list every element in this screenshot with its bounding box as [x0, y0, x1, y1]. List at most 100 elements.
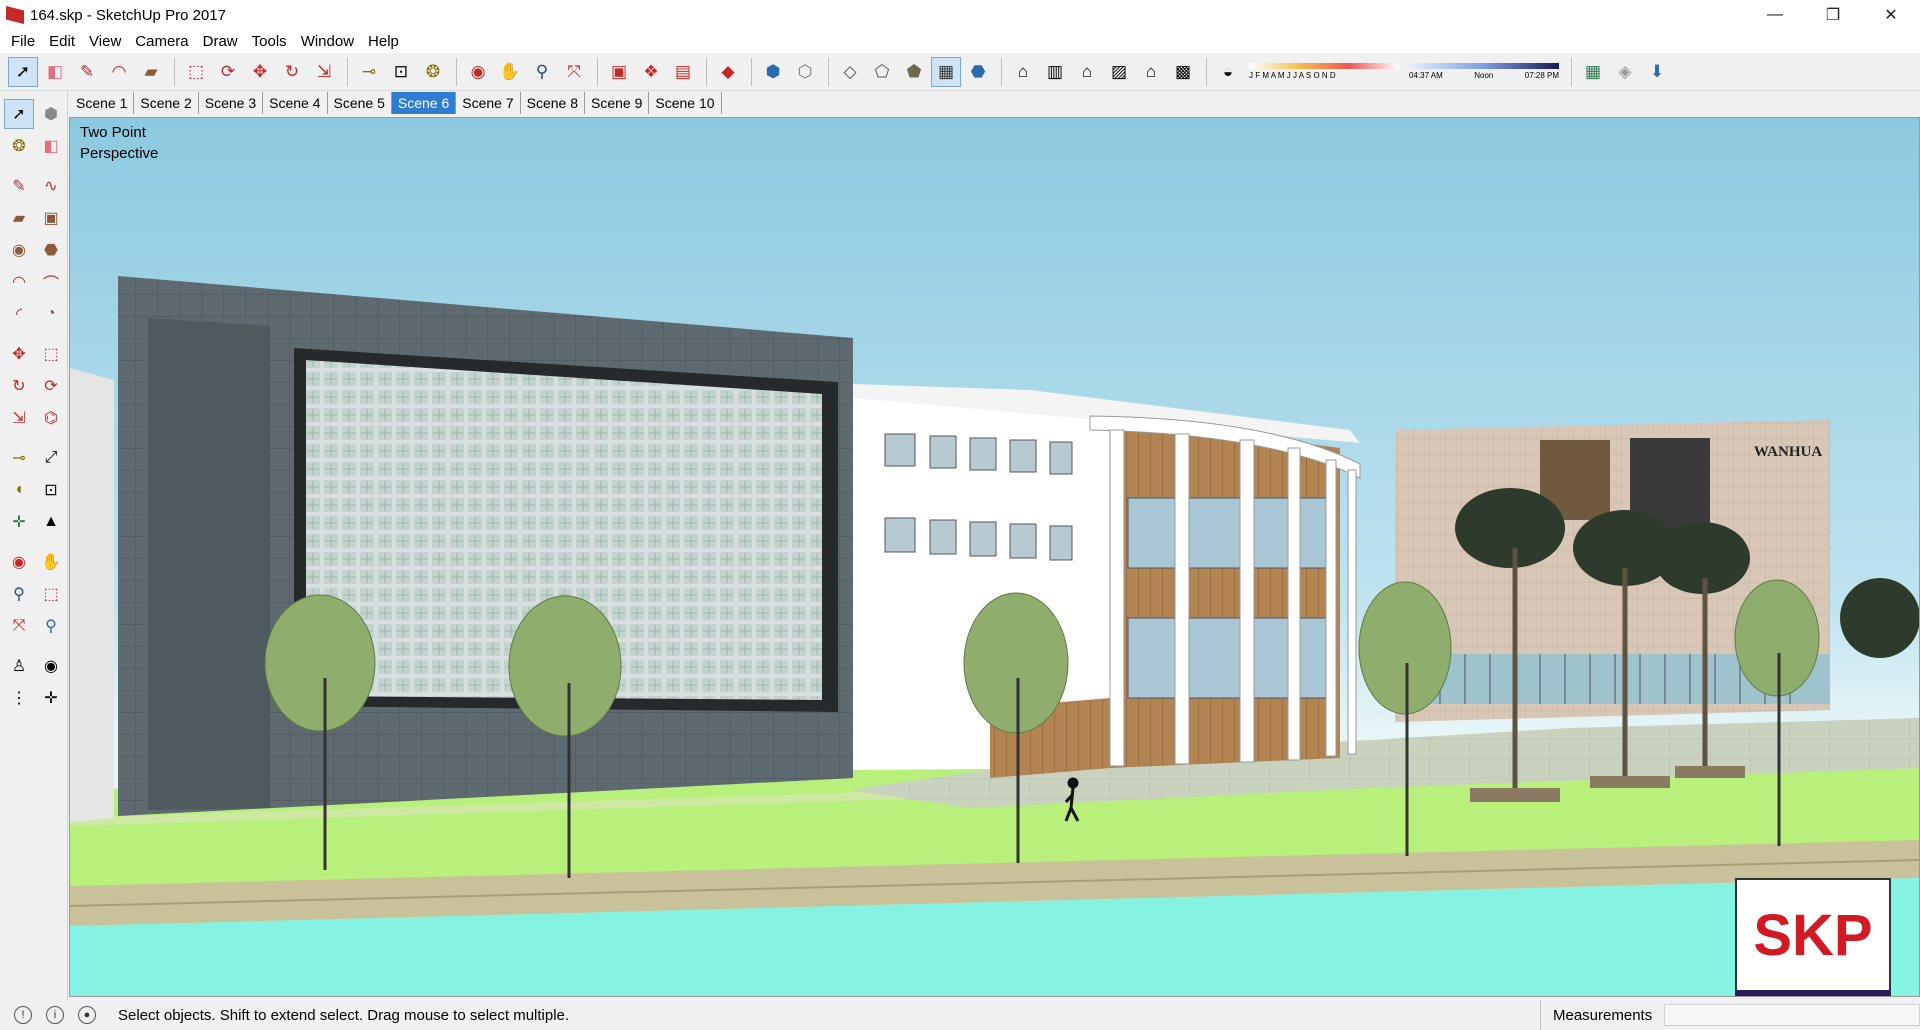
axes-icon[interactable]: ✛: [4, 507, 34, 537]
monochrome-icon[interactable]: ⬣: [963, 57, 993, 87]
text-icon[interactable]: ⊡: [386, 57, 416, 87]
rectangle-icon[interactable]: ▰: [4, 203, 34, 233]
push-pull-icon[interactable]: ⬚: [36, 339, 66, 369]
geo-status-icon[interactable]: !: [14, 1006, 32, 1024]
menu-tools[interactable]: Tools: [245, 33, 294, 50]
tab-scene-3[interactable]: Scene 3: [199, 92, 264, 114]
extension-warehouse-icon[interactable]: ❖: [636, 57, 666, 87]
two-point-arc-icon[interactable]: ⌒: [36, 267, 66, 297]
hidden-line-icon[interactable]: ⬠: [867, 57, 897, 87]
model-viewport[interactable]: WANHUA Two Point Perspective SKP: [69, 117, 1920, 997]
shadow-month-slider[interactable]: J F M A M J J A S O N D: [1249, 63, 1399, 80]
polygon-icon[interactable]: ⬣: [36, 235, 66, 265]
rotate-icon[interactable]: ↻: [4, 371, 34, 401]
menu-window[interactable]: Window: [294, 33, 361, 50]
front-view-icon[interactable]: ⌂: [1072, 57, 1102, 87]
3d-warehouse-icon[interactable]: ▣: [604, 57, 634, 87]
line-icon[interactable]: ✎: [4, 171, 34, 201]
paint-bucket-icon[interactable]: ❂: [418, 57, 448, 87]
rectangle-icon[interactable]: ▰: [136, 57, 166, 87]
info-icon[interactable]: i: [46, 1006, 64, 1024]
wireframe-icon[interactable]: ◇: [835, 57, 865, 87]
xray-icon[interactable]: ⬢: [758, 57, 788, 87]
tab-scene-6[interactable]: Scene 6: [391, 92, 457, 114]
text-icon[interactable]: ⊡: [36, 475, 66, 505]
arc-icon[interactable]: ◠: [4, 267, 34, 297]
tab-scene-4[interactable]: Scene 4: [263, 92, 328, 114]
position-camera-icon[interactable]: ♙: [4, 651, 34, 681]
make-component-icon[interactable]: ⬢: [36, 99, 66, 129]
rotated-rectangle-icon[interactable]: ▣: [36, 203, 66, 233]
pencil-icon[interactable]: ✎: [72, 57, 102, 87]
user-icon[interactable]: ●: [78, 1006, 96, 1024]
geo-location-icon[interactable]: ▦: [1578, 57, 1608, 87]
zoom-extents-icon[interactable]: ⤧: [559, 57, 589, 87]
orbit-icon[interactable]: ◉: [463, 57, 493, 87]
shadow-time-slider[interactable]: 04:37 AM Noon 07:28 PM: [1409, 63, 1559, 80]
tab-scene-1[interactable]: Scene 1: [70, 92, 135, 114]
protractor-icon[interactable]: ◖: [4, 475, 34, 505]
back-view-icon[interactable]: ⌂: [1136, 57, 1166, 87]
top-view-icon[interactable]: ▥: [1040, 57, 1070, 87]
menu-view[interactable]: View: [82, 33, 128, 50]
tab-scene-7[interactable]: Scene 7: [456, 92, 521, 114]
pan-icon[interactable]: ✋: [36, 547, 66, 577]
dimension-icon[interactable]: ⤢: [36, 443, 66, 473]
paint-bucket-icon[interactable]: ❂: [4, 131, 34, 161]
close-button[interactable]: ✕: [1862, 0, 1920, 30]
tape-measure-icon[interactable]: ⊸: [4, 443, 34, 473]
tab-scene-9[interactable]: Scene 9: [585, 92, 650, 114]
measurements-input[interactable]: [1664, 1004, 1920, 1026]
shaded-textures-icon[interactable]: ▦: [931, 56, 961, 87]
tab-scene-2[interactable]: Scene 2: [134, 92, 199, 114]
zoom-extents-icon[interactable]: ⤧: [4, 611, 34, 641]
menu-edit[interactable]: Edit: [42, 33, 82, 50]
follow-me-icon[interactable]: ⟳: [36, 371, 66, 401]
move-icon[interactable]: ✥: [4, 339, 34, 369]
menu-file[interactable]: File: [4, 33, 42, 50]
offset-icon[interactable]: ⌬: [36, 403, 66, 433]
tape-measure-icon[interactable]: ⊸: [354, 57, 384, 87]
minimize-button[interactable]: —: [1746, 0, 1804, 30]
rotate-icon[interactable]: ↻: [277, 57, 307, 87]
scale-icon[interactable]: ⇲: [309, 57, 339, 87]
freehand-icon[interactable]: ∿: [36, 171, 66, 201]
previous-view-icon[interactable]: ⚲: [36, 611, 66, 641]
eraser-icon[interactable]: ◧: [40, 57, 70, 87]
scale-icon[interactable]: ⇲: [4, 403, 34, 433]
three-point-arc-icon[interactable]: ◜: [4, 299, 34, 329]
shaded-icon[interactable]: ⬟: [899, 57, 929, 87]
move-icon[interactable]: ✥: [245, 57, 275, 87]
push-pull-icon[interactable]: ⬚: [181, 57, 211, 87]
tab-scene-10[interactable]: Scene 10: [649, 92, 722, 114]
pie-icon[interactable]: ◔: [36, 299, 66, 329]
zoom-icon[interactable]: ⚲: [527, 57, 557, 87]
send-to-layout-icon[interactable]: ▤: [668, 57, 698, 87]
menu-help[interactable]: Help: [361, 33, 406, 50]
eraser-icon[interactable]: ◧: [36, 131, 66, 161]
left-view-icon[interactable]: ▩: [1168, 57, 1198, 87]
zoom-icon[interactable]: ⚲: [4, 579, 34, 609]
add-location-icon[interactable]: ⬇: [1642, 57, 1672, 87]
section-plane-icon[interactable]: ✛: [36, 683, 66, 713]
photo-texture-icon[interactable]: ◈: [1610, 57, 1640, 87]
3d-text-icon[interactable]: ▲: [36, 507, 66, 537]
arc-icon[interactable]: ◠: [104, 57, 134, 87]
zoom-window-icon[interactable]: ⬚: [36, 579, 66, 609]
select-icon[interactable]: ➚: [8, 56, 38, 87]
right-view-icon[interactable]: ▨: [1104, 57, 1134, 87]
menu-draw[interactable]: Draw: [196, 33, 245, 50]
orbit-icon[interactable]: ◉: [4, 547, 34, 577]
pan-icon[interactable]: ✋: [495, 57, 525, 87]
menu-camera[interactable]: Camera: [128, 33, 195, 50]
ruby-icon[interactable]: ◆: [713, 57, 743, 87]
restore-button[interactable]: ❐: [1804, 0, 1862, 30]
follow-me-icon[interactable]: ⟳: [213, 57, 243, 87]
shadows-toggle-icon[interactable]: ◒: [1213, 57, 1243, 87]
walk-icon[interactable]: ⋮: [4, 683, 34, 713]
circle-icon[interactable]: ◉: [4, 235, 34, 265]
look-around-icon[interactable]: ◉: [36, 651, 66, 681]
back-edges-icon[interactable]: ⬡: [790, 57, 820, 87]
iso-view-icon[interactable]: ⌂: [1008, 57, 1038, 87]
select-icon[interactable]: ➚: [4, 99, 34, 129]
